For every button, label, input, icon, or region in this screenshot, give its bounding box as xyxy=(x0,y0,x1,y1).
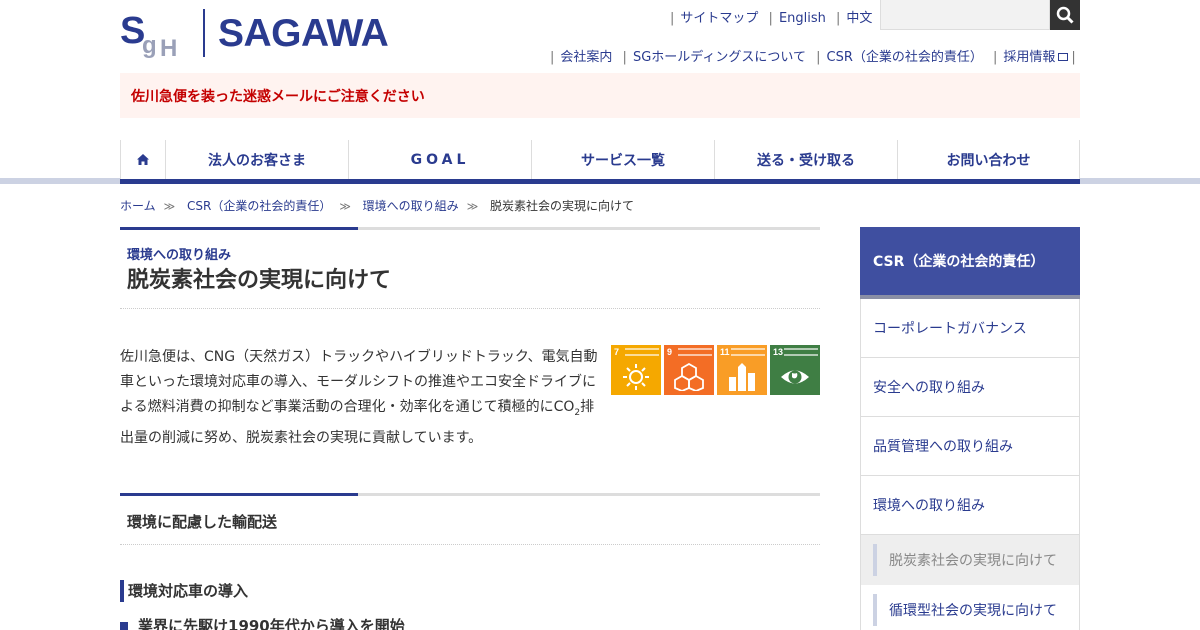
breadcrumb-home[interactable]: ホーム xyxy=(120,199,156,213)
breadcrumb-csr[interactable]: CSR（企業の社会的責任） xyxy=(187,199,331,213)
sun-icon xyxy=(623,364,649,390)
sidebar-item-safety[interactable]: 安全への取り組み xyxy=(860,358,1080,417)
sdg-9-icon: 9 xyxy=(664,345,714,395)
sdg-7-icon: 7 xyxy=(611,345,661,395)
sgh-logo[interactable]: S g H xyxy=(120,8,190,58)
utility-links: | サイトマップ | English | 中文 xyxy=(670,11,873,26)
sidebar-subitem-label: 脱炭素社会の実現に向けて xyxy=(889,553,1057,569)
breadcrumb-separator-icon: ≫ xyxy=(163,200,176,213)
sagawa-logo-text[interactable]: SAGAWA xyxy=(218,12,389,56)
nav-home[interactable] xyxy=(120,140,165,179)
sdgs-icons: 7 9 11 13 xyxy=(611,345,820,395)
alert-banner[interactable]: 佐川急便を装った迷惑メールにご注意ください xyxy=(120,73,1080,118)
search-icon xyxy=(1056,6,1074,24)
external-link-icon xyxy=(1058,53,1069,61)
city-icon xyxy=(729,363,755,391)
item-title: 業界に先駆け1990年代から導入を開始 xyxy=(120,615,405,630)
eye-earth-icon xyxy=(781,370,809,384)
english-link[interactable]: English xyxy=(779,11,826,26)
alert-text[interactable]: 佐川急便を装った迷惑メールにご注意ください xyxy=(131,86,425,106)
breadcrumb: ホーム ≫ CSR（企業の社会的責任） ≫ 環境への取り組み ≫ 脱炭素社会の実現に向… xyxy=(120,197,634,214)
section-bottom-rule xyxy=(120,544,820,545)
sidebar-head[interactable]: CSR（企業の社会的責任） xyxy=(860,227,1080,299)
csr-link[interactable]: CSR（企業の社会的責任） xyxy=(827,50,983,65)
cubes-icon xyxy=(674,363,704,391)
title-bottom-rule xyxy=(120,308,820,309)
sgh-about-link[interactable]: SGホールディングスについて xyxy=(633,50,806,65)
svg-text:g: g xyxy=(142,32,157,58)
sidebar-item-governance[interactable]: コーポレートガバナンス xyxy=(860,299,1080,358)
home-icon xyxy=(137,154,149,165)
section-rule xyxy=(120,493,820,496)
item-title-text: 業界に先駆け1990年代から導入を開始 xyxy=(138,617,405,630)
corporate-links: | 会社案内 | SGホールディングスについて | CSR（企業の社会的責任） | 採用… xyxy=(550,50,1076,65)
nav-send-receive[interactable]: 送る・受け取る xyxy=(714,140,897,179)
sitemap-link[interactable]: サイトマップ xyxy=(680,11,758,26)
search-button[interactable] xyxy=(1050,0,1080,30)
sidebar-subitem-circular[interactable]: 循環型社会の実現に向けて xyxy=(860,585,1080,630)
page-category: 環境への取り組み xyxy=(127,248,232,263)
nav-corporate[interactable]: 法人のお客さま xyxy=(165,140,348,179)
breadcrumb-environment[interactable]: 環境への取り組み xyxy=(363,199,459,213)
indent-bar xyxy=(873,544,877,576)
recruit-link[interactable]: 採用情報 xyxy=(1003,50,1055,65)
sidebar-item-quality[interactable]: 品質管理への取り組み xyxy=(860,417,1080,476)
sidebar-subitem-decarbonization[interactable]: 脱炭素社会の実現に向けて xyxy=(860,535,1080,585)
global-nav: 法人のお客さま GOAL サービス一覧 送る・受け取る お問い合わせ xyxy=(120,140,1080,184)
logo-divider xyxy=(203,9,205,57)
intro-text: 佐川急便は、CNG（天然ガス）トラックやハイブリッドトラック、電気自動車といった… xyxy=(120,349,598,446)
nav-services[interactable]: サービス一覧 xyxy=(531,140,714,179)
breadcrumb-current: 脱炭素社会の実現に向けて xyxy=(490,199,635,213)
sidebar: CSR（企業の社会的責任） コーポレートガバナンス 安全への取り組み 品質管理へ… xyxy=(860,227,1080,630)
square-bullet-icon xyxy=(120,621,128,630)
svg-text:H: H xyxy=(160,35,177,58)
indent-bar xyxy=(873,594,877,626)
company-info-link[interactable]: 会社案内 xyxy=(560,50,612,65)
sdg-13-icon: 13 xyxy=(770,345,820,395)
nav-goal[interactable]: GOAL xyxy=(348,140,531,179)
sidebar-item-environment[interactable]: 環境への取り組み xyxy=(860,476,1080,535)
sidebar-subitem-label: 循環型社会の実現に向けて xyxy=(889,603,1057,619)
chinese-link[interactable]: 中文 xyxy=(846,11,872,26)
section-title: 環境に配慮した輸配送 xyxy=(127,513,278,531)
subsection-title: 環境対応車の導入 xyxy=(120,580,248,602)
nav-contact[interactable]: お問い合わせ xyxy=(897,140,1080,179)
sdg-11-icon: 11 xyxy=(717,345,767,395)
breadcrumb-separator-icon: ≫ xyxy=(466,200,479,213)
search-input[interactable] xyxy=(880,0,1050,30)
breadcrumb-separator-icon: ≫ xyxy=(339,200,351,213)
title-rule xyxy=(120,227,820,230)
page-title: 脱炭素社会の実現に向けて xyxy=(127,268,392,293)
